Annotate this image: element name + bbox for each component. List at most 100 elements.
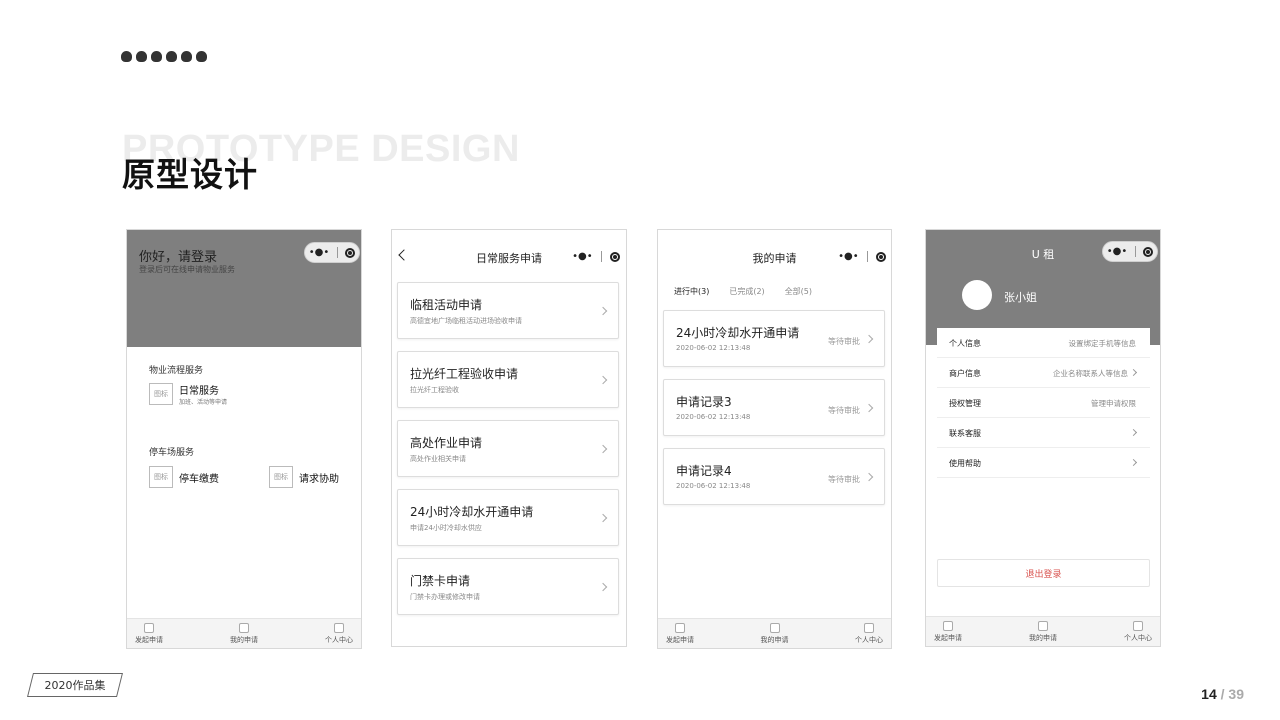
menu-item-label: 授权管理 <box>949 399 981 408</box>
chevron-right-icon <box>864 472 874 482</box>
card-title: 申请记录4 <box>676 464 732 478</box>
tab-in-progress[interactable]: 进行中(3) <box>674 286 709 297</box>
card-time: 2020-06-02 12:13:48 <box>676 344 751 352</box>
menu-item-value: 设置绑定手机等信息 <box>1068 339 1137 348</box>
tab-label: 我的申请 <box>760 635 789 644</box>
menu-item-label: 个人信息 <box>949 339 981 348</box>
chevron-right-icon <box>864 334 874 344</box>
menu-item-label: 商户信息 <box>949 369 981 378</box>
more-icon[interactable]: •●• <box>1107 246 1128 257</box>
card-desc: 高处作业相关申请 <box>410 455 466 463</box>
service-card[interactable]: 门禁卡申请 门禁卡办理或修改申请 <box>397 558 619 615</box>
tab-all[interactable]: 全部(5) <box>785 286 812 297</box>
parking-pay-button[interactable]: 停车缴费 <box>179 470 219 485</box>
card-title: 24小时冷却水开通申请 <box>410 505 534 519</box>
phone-profile: U 租 •●• 张小姐 个人信息 设置绑定手机等信息 商户信息 企业名称联系人等… <box>925 229 1161 647</box>
service-card[interactable]: 临租活动申请 高德宜地广场临租活动进场验收申请 <box>397 282 619 339</box>
chevron-right-icon <box>598 375 608 385</box>
status-badge: 等待审批 <box>828 337 860 346</box>
phone-my-applications: 我的申请 •●• 进行中(3) 已完成(2) 全部(5) 24小时冷却水开通申请… <box>657 229 892 649</box>
tab-my-applications[interactable]: 我的申请 <box>761 619 789 648</box>
profile-menu: 个人信息 设置绑定手机等信息 商户信息 企业名称联系人等信息 授权管理 管理申请… <box>937 328 1150 480</box>
tab-profile[interactable]: 个人中心 <box>1124 617 1152 646</box>
chevron-right-icon <box>1129 428 1138 437</box>
daily-service-desc: 加班、活动等申请 <box>179 399 228 406</box>
tab-my-applications[interactable]: 我的申请 <box>230 619 258 648</box>
tab-bar: 发起申请 我的申请 个人中心 <box>127 618 361 648</box>
avatar[interactable] <box>962 280 992 310</box>
service-card[interactable]: 高处作业申请 高处作业相关申请 <box>397 420 619 477</box>
tab-label: 我的申请 <box>1029 633 1057 642</box>
menu-item-merchant-info[interactable]: 商户信息 企业名称联系人等信息 <box>937 358 1150 388</box>
menu-item-value: 企业名称联系人等信息 <box>1053 369 1128 378</box>
parking-icon: 图标 <box>149 466 173 488</box>
tab-apply[interactable]: 发起申请 <box>934 617 962 646</box>
dot-icon <box>181 51 192 62</box>
service-card[interactable]: 拉光纤工程验收申请 拉光纤工程验收 <box>397 351 619 408</box>
greeting-subtitle: 登录后可在线申请物业服务 <box>139 265 235 274</box>
card-desc: 高德宜地广场临租活动进场验收申请 <box>410 317 522 325</box>
card-time: 2020-06-02 12:13:48 <box>676 413 751 421</box>
capsule-menu[interactable]: •●• <box>304 242 360 263</box>
capsule-menu[interactable]: •●• <box>1102 241 1158 262</box>
portfolio-tag-label: 2020作品集 <box>44 679 106 692</box>
tab-profile[interactable]: 个人中心 <box>855 619 883 648</box>
portfolio-tag: 2020作品集 <box>27 673 123 697</box>
username: 张小姐 <box>1004 291 1037 304</box>
application-card[interactable]: 24小时冷却水开通申请 2020-06-02 12:13:48 等待审批 <box>663 310 885 367</box>
card-title: 门禁卡申请 <box>410 574 471 588</box>
menu-item-customer-service[interactable]: 联系客服 <box>937 418 1150 448</box>
tab-label: 我的申请 <box>230 635 258 644</box>
tab-my-applications[interactable]: 我的申请 <box>1029 617 1057 646</box>
greeting-text[interactable]: 你好，请登录 <box>139 246 217 265</box>
page-total: 39 <box>1228 686 1244 702</box>
menu-item-personal-info[interactable]: 个人信息 设置绑定手机等信息 <box>937 328 1150 358</box>
service-card[interactable]: 24小时冷却水开通申请 申请24小时冷却水供应 <box>397 489 619 546</box>
tab-icon <box>334 622 344 633</box>
tab-icon <box>675 622 685 633</box>
menu-item-authorization[interactable]: 授权管理 管理申请权限 <box>937 388 1150 418</box>
daily-service-label[interactable]: 日常服务 <box>179 382 219 397</box>
tab-label: 发起申请 <box>666 635 694 644</box>
chevron-right-icon <box>598 444 608 454</box>
menu-item-label: 使用帮助 <box>949 459 981 468</box>
close-target-icon[interactable] <box>875 251 886 262</box>
tab-completed[interactable]: 已完成(2) <box>729 286 764 297</box>
card-title: 高处作业申请 <box>410 436 483 450</box>
close-target-icon[interactable] <box>345 247 356 258</box>
help-icon: 图标 <box>269 466 293 488</box>
phone-daily-service: 日常服务申请 •●• 临租活动申请 高德宜地广场临租活动进场验收申请 拉光纤工程… <box>391 229 627 647</box>
capsule-divider <box>1134 246 1136 257</box>
decor-dots <box>121 51 207 62</box>
menu-item-label: 联系客服 <box>949 429 981 438</box>
application-card[interactable]: 申请记录4 2020-06-02 12:13:48 等待审批 <box>663 448 885 505</box>
tab-icon <box>1133 620 1143 631</box>
home-header: 你好，请登录 登录后可在线申请物业服务 •●• <box>127 230 361 347</box>
more-icon[interactable]: •●• <box>572 251 593 262</box>
chevron-right-icon <box>598 582 608 592</box>
close-target-icon[interactable] <box>1143 246 1154 257</box>
application-card[interactable]: 申请记录3 2020-06-02 12:13:48 等待审批 <box>663 379 885 436</box>
section-title: 停车场服务 <box>149 448 195 458</box>
request-help-button[interactable]: 请求协助 <box>299 470 339 485</box>
daily-service-icon: 图标 <box>149 383 173 405</box>
logout-button[interactable]: 退出登录 <box>937 559 1150 587</box>
tab-apply[interactable]: 发起申请 <box>135 619 163 648</box>
more-icon[interactable]: •●• <box>309 247 330 258</box>
close-target-icon[interactable] <box>609 251 620 262</box>
page-current: 14 <box>1201 686 1217 702</box>
chevron-right-icon <box>1129 458 1138 467</box>
status-badge: 等待审批 <box>828 406 860 415</box>
capsule-divider <box>600 251 602 262</box>
tab-profile[interactable]: 个人中心 <box>325 619 353 648</box>
chevron-right-icon <box>1129 368 1138 377</box>
tab-bar: 发起申请 我的申请 个人中心 <box>926 616 1160 646</box>
tab-label: 发起申请 <box>934 633 962 642</box>
card-title: 申请记录3 <box>676 395 732 409</box>
menu-item-help[interactable]: 使用帮助 <box>937 448 1150 478</box>
tab-icon <box>943 620 953 631</box>
capsule-menu[interactable]: •●• <box>834 246 890 267</box>
more-icon[interactable]: •●• <box>838 251 859 262</box>
capsule-menu[interactable]: •●• <box>568 246 624 267</box>
tab-apply[interactable]: 发起申请 <box>666 619 694 648</box>
